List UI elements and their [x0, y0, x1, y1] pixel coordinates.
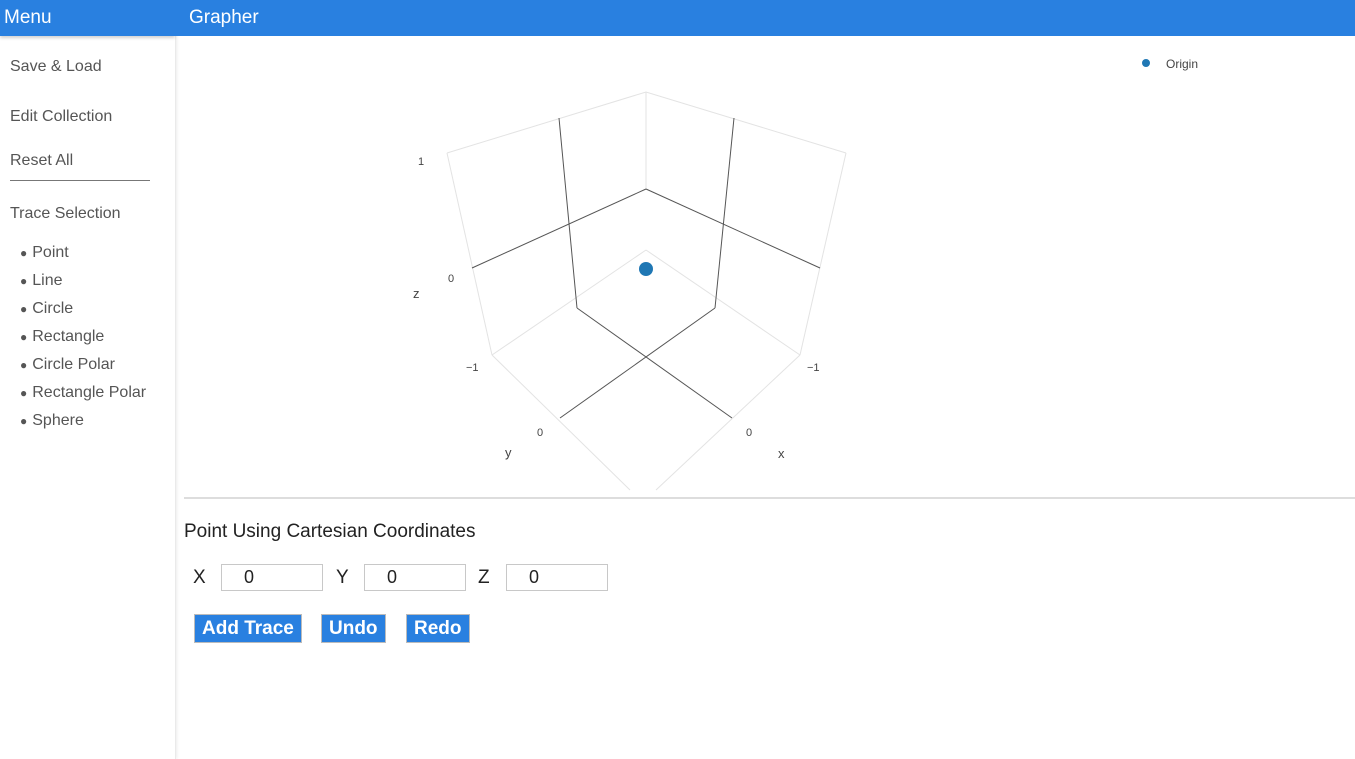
grid-line [645, 249, 801, 356]
bullet-icon: ● [20, 274, 28, 288]
save-load-link[interactable]: Save & Load [10, 58, 102, 76]
trace-item-circle[interactable]: ● Circle [20, 299, 146, 327]
form-title: Point Using Cartesian Coordinates [184, 521, 476, 542]
grid-line [576, 307, 733, 419]
x-input[interactable] [221, 564, 323, 591]
bullet-icon: ● [20, 358, 28, 372]
trace-item-line[interactable]: ● Line [20, 271, 146, 299]
grid-line [645, 188, 821, 269]
trace-item-rectangle[interactable]: ● Rectangle [20, 327, 146, 355]
grid-line [471, 188, 647, 269]
bullet-icon: ● [20, 386, 28, 400]
trace-selection-heading: Trace Selection [10, 205, 121, 222]
trace-item-label: Point [32, 244, 69, 261]
y-label: Y [336, 567, 349, 588]
z-tick-0: 0 [448, 273, 454, 285]
plot-divider [184, 497, 1355, 499]
legend-label: Origin [1166, 57, 1198, 71]
trace-item-point[interactable]: ● Point [20, 243, 146, 271]
sidebar: Menu Save & Load Edit Collection Reset A… [0, 0, 176, 759]
bullet-icon: ● [20, 246, 28, 260]
undo-button[interactable]: Undo [321, 614, 386, 643]
z-tick-neg1: −1 [466, 362, 479, 374]
z-tick-1: 1 [418, 156, 424, 168]
axis-ticks: 1 0 −1 −1 0 0 [418, 156, 820, 439]
add-trace-button[interactable]: Add Trace [194, 614, 302, 643]
grid-line [491, 249, 647, 356]
trace-item-label: Line [32, 272, 63, 289]
grid-line [799, 152, 847, 356]
trace-item-label: Circle Polar [32, 356, 115, 373]
menu-header: Menu [0, 0, 175, 36]
plot-grid [446, 91, 847, 491]
sidebar-divider [10, 180, 150, 181]
trace-item-label: Circle [32, 300, 74, 317]
trace-list: ● Point ● Line ● Circle ● Rectangle ● Circle … [20, 243, 146, 439]
y-tick-0: 0 [537, 427, 543, 439]
bullet-icon: ● [20, 414, 28, 428]
trace-item-sphere[interactable]: ● Sphere [20, 411, 146, 439]
grid-line [491, 354, 631, 491]
y-input[interactable] [364, 564, 466, 591]
app-title: Grapher [189, 7, 259, 28]
z-axis-label: z [413, 286, 420, 301]
edit-collection-link[interactable]: Edit Collection [10, 108, 112, 126]
trace-item-rectangle-polar[interactable]: ● Rectangle Polar [20, 383, 146, 411]
grid-line [558, 117, 578, 309]
grid-line [559, 307, 716, 419]
y-axis-label: y [505, 445, 512, 460]
plot-3d[interactable]: 1 0 −1 −1 0 0 z y x Origin [184, 36, 1355, 496]
reset-all-link[interactable]: Reset All [10, 152, 73, 170]
app-header: Grapher [175, 0, 1355, 36]
x-tick-neg1: −1 [807, 362, 820, 374]
grid-line [714, 117, 735, 309]
trace-item-label: Rectangle Polar [32, 384, 147, 401]
x-axis-label: x [778, 446, 785, 461]
trace-item-label: Rectangle [32, 328, 105, 345]
bullet-icon: ● [20, 302, 28, 316]
x-label: X [193, 567, 206, 588]
origin-point [639, 262, 653, 276]
trace-item-label: Sphere [32, 412, 84, 429]
z-input[interactable] [506, 564, 608, 591]
z-label: Z [478, 567, 490, 588]
legend[interactable]: Origin [1142, 57, 1198, 71]
grid-line [446, 152, 493, 356]
grid-line [655, 354, 801, 491]
legend-marker-icon [1142, 59, 1150, 67]
redo-button[interactable]: Redo [406, 614, 470, 643]
x-tick-0: 0 [746, 427, 752, 439]
trace-item-circle-polar[interactable]: ● Circle Polar [20, 355, 146, 383]
bullet-icon: ● [20, 330, 28, 344]
